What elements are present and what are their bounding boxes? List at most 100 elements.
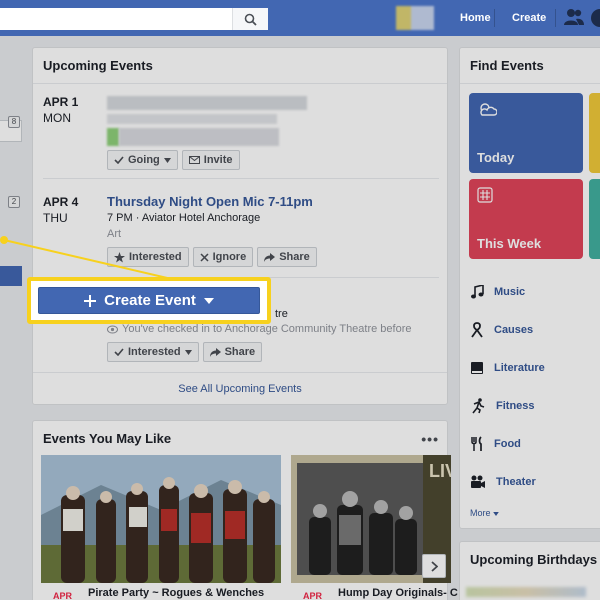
category-label: Fitness — [496, 400, 535, 412]
event-meta-redacted — [107, 114, 277, 124]
category-music[interactable]: Music — [470, 282, 525, 302]
star-icon — [114, 251, 125, 263]
upcoming-birthdays-card: Upcoming Birthdays — [459, 541, 600, 600]
caret-down-icon — [203, 297, 214, 304]
event-category-redacted — [107, 128, 437, 146]
category-fitness[interactable]: Fitness — [470, 396, 535, 416]
nav-create[interactable]: Create — [502, 0, 556, 36]
more-categories-link[interactable]: More — [470, 508, 499, 518]
caret-down-icon — [163, 157, 171, 163]
event-date-month: APR 1 — [43, 95, 79, 109]
category-label: Literature — [494, 362, 545, 374]
event-title-link[interactable]: Hump Day Originals- C — [338, 587, 458, 599]
share-button-label: Share — [279, 251, 310, 263]
ignore-button[interactable]: Ignore — [192, 247, 254, 267]
interested-button[interactable]: Interested — [107, 342, 199, 362]
ribbon-icon — [471, 322, 483, 338]
checkin-eye-icon — [107, 325, 118, 333]
tile-today-label: Today — [477, 150, 515, 165]
event-title-link[interactable]: Thursday Night Open Mic 7-11pm — [107, 194, 437, 210]
nav-home[interactable]: Home — [450, 0, 501, 36]
event-location-tail: tre — [275, 308, 288, 320]
tile-this-week[interactable]: This Week — [469, 179, 583, 259]
left-rail-badge: 8 — [8, 116, 20, 128]
check-icon — [114, 156, 124, 164]
event-category: Art — [107, 228, 122, 240]
upcoming-events-title: Upcoming Events — [33, 48, 447, 84]
interested-button[interactable]: Interested — [107, 247, 189, 267]
event-photo-pirate-party[interactable] — [41, 455, 281, 583]
left-rail-badge: 2 — [8, 196, 20, 208]
fork-knife-icon — [471, 436, 482, 451]
event-actions: Interested Share — [107, 342, 437, 362]
event-date: APR 1 MON — [43, 94, 103, 126]
category-label: Theater — [496, 476, 536, 488]
create-event-button[interactable]: Create Event — [38, 287, 260, 314]
category-theater[interactable]: Theater — [470, 472, 536, 492]
event-meta: 7 PM · Aviator Hotel Anchorage — [107, 212, 261, 224]
going-button[interactable]: Going — [107, 150, 178, 170]
globe-icon[interactable] — [590, 8, 600, 28]
close-icon — [200, 252, 209, 262]
search-input[interactable] — [0, 8, 268, 30]
check-icon — [114, 348, 124, 356]
more-options-button[interactable]: ••• — [421, 431, 439, 447]
tile-today[interactable]: Today — [469, 93, 583, 173]
event-body: Going Invite — [107, 94, 437, 170]
interested-button-label: Interested — [128, 346, 181, 358]
going-button-label: Going — [128, 154, 160, 166]
category-label: Music — [494, 286, 526, 298]
event-date-mini: APR — [303, 591, 323, 600]
friends-icon[interactable] — [564, 8, 584, 26]
ignore-button-label: Ignore — [212, 251, 247, 263]
share-button[interactable]: Share — [202, 342, 263, 362]
birthday-redacted — [466, 587, 586, 597]
caret-down-icon — [493, 512, 499, 516]
category-food[interactable]: Food — [470, 434, 521, 454]
interested-button-label: Interested — [129, 251, 182, 263]
more-categories-label: More — [470, 508, 491, 518]
event-date-mini: APR — [53, 591, 73, 600]
chevron-right-icon — [430, 560, 438, 572]
envelope-icon — [188, 156, 200, 164]
events-you-may-like-title: Events You May Like — [43, 431, 172, 446]
tile-next[interactable] — [589, 93, 600, 173]
book-icon — [471, 362, 483, 374]
category-literature[interactable]: Literature — [470, 358, 545, 378]
see-all-upcoming-events-link[interactable]: See All Upcoming Events — [33, 372, 447, 404]
category-causes[interactable]: Causes — [470, 320, 533, 340]
share-button[interactable]: Share — [257, 247, 317, 267]
search-icon — [244, 13, 257, 26]
find-events-title: Find Events — [460, 48, 600, 84]
profile-avatar[interactable] — [396, 6, 434, 30]
event-checkin-text: You've checked in to Anchorage Community… — [122, 323, 412, 335]
photo-text: LIV — [429, 461, 451, 481]
events-you-may-like-card: Events You May Like ••• APR Pirate Party… — [32, 420, 458, 600]
create-event-label: Create Event — [104, 292, 196, 309]
top-bar: Home Create — [0, 0, 600, 36]
share-button-label: Share — [224, 346, 256, 358]
tile-next[interactable] — [589, 179, 600, 259]
event-title-redacted — [107, 96, 307, 110]
nav-separator — [494, 0, 495, 36]
event-date-month: APR 4 — [43, 195, 79, 209]
invite-button[interactable]: Invite — [181, 150, 240, 170]
event-title-link[interactable]: Pirate Party ~ Rogues & Wenches — [88, 587, 264, 599]
search-button[interactable] — [232, 8, 268, 30]
left-rail-active-item[interactable] — [0, 266, 22, 286]
plus-icon — [84, 294, 97, 307]
weather-sun-cloud-icon — [480, 103, 497, 116]
caret-down-icon — [184, 349, 192, 355]
running-icon — [472, 398, 485, 414]
create-event-highlight: Create Event — [27, 277, 271, 324]
film-camera-icon — [471, 475, 485, 488]
carousel-next-button[interactable] — [422, 554, 446, 578]
upcoming-birthdays-title: Upcoming Birthdays — [470, 552, 598, 567]
left-rail: 8 2 — [0, 36, 22, 600]
category-label: Causes — [494, 324, 534, 336]
share-arrow-icon — [264, 252, 276, 262]
event-date-day: THU — [43, 211, 68, 225]
event-checkin-note: You've checked in to Anchorage Community… — [107, 322, 437, 336]
nav-separator — [555, 0, 556, 36]
find-events-card: Find Events Today This Week Music Causes… — [459, 47, 600, 529]
